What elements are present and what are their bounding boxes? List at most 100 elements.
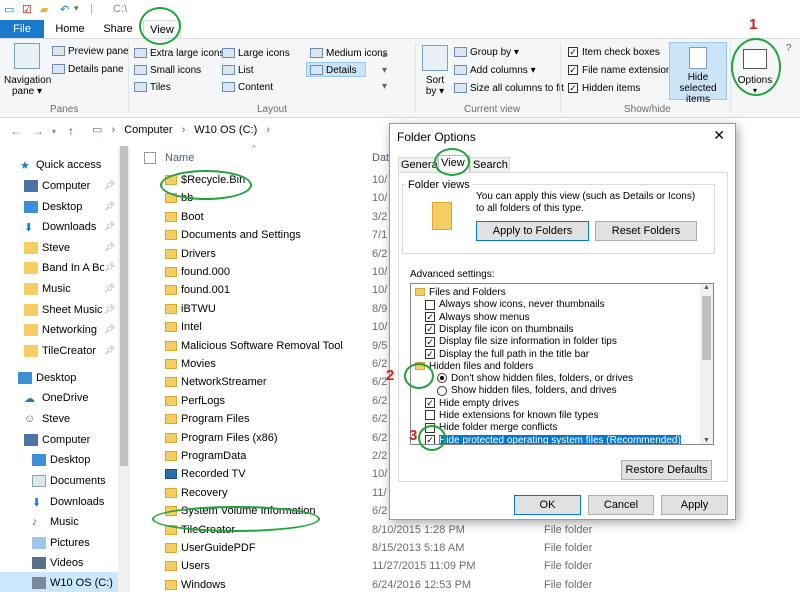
pin-icon[interactable]: 📌︎ xyxy=(104,242,115,253)
nav-pane-scrollbar[interactable] xyxy=(118,146,130,592)
nav-desktop[interactable]: Desktop 📌︎ xyxy=(0,198,118,218)
hidden-items-checkbox[interactable]: ✓ Hidden items xyxy=(568,83,640,94)
radio-unselected-icon[interactable] xyxy=(437,385,447,396)
column-header-name[interactable]: Name xyxy=(165,152,194,164)
advanced-scrollbar[interactable]: ▲ ▼ xyxy=(700,284,713,444)
hide-selected-items-button[interactable]: Hide selected items xyxy=(669,42,727,105)
setting-radio[interactable]: Show hidden files, folders, and drives xyxy=(437,385,617,397)
undo-icon[interactable]: ↶ xyxy=(60,3,69,16)
sort-by-button[interactable]: Sort by ▾ xyxy=(424,75,446,97)
preview-pane-button[interactable]: Preview pane xyxy=(52,46,129,57)
select-all-checkbox[interactable] xyxy=(144,152,156,164)
column-header-date[interactable]: Dat xyxy=(372,152,389,164)
checkbox-unchecked-icon[interactable] xyxy=(425,299,435,310)
help-icon[interactable]: ? xyxy=(786,43,792,54)
nav-downloads[interactable]: ⬇ Downloads 📌︎ xyxy=(0,218,118,238)
checkbox-checked-icon[interactable]: ✓ xyxy=(425,311,435,322)
size-all-columns-button[interactable]: Size all columns to fit xyxy=(454,83,564,94)
sort-by-icon[interactable] xyxy=(422,45,448,71)
scrollbar-thumb[interactable] xyxy=(120,146,128,466)
setting-checkbox[interactable]: ✓ Display file size information in folder… xyxy=(425,336,617,348)
pin-icon[interactable]: 📌︎ xyxy=(104,201,115,212)
checkbox-unchecked-icon[interactable] xyxy=(425,410,435,421)
pin-icon[interactable]: 📌︎ xyxy=(104,283,115,294)
nav-onedrive[interactable]: ☁ OneDrive xyxy=(0,389,118,409)
scroll-up-icon[interactable]: ▲ xyxy=(703,284,710,291)
nav-quick-access[interactable]: ★ Quick access xyxy=(0,156,118,176)
nav-steve[interactable]: Steve 📌︎ xyxy=(0,239,118,259)
layout-scroll-up-icon[interactable]: ▴ xyxy=(382,49,387,60)
breadcrumb-computer[interactable]: Computer xyxy=(124,124,172,136)
pin-icon[interactable]: 📌︎ xyxy=(104,304,115,315)
customize-quick-access-icon[interactable]: ▾ xyxy=(74,3,79,14)
scrollbar-thumb[interactable] xyxy=(702,296,711,360)
item-check-boxes-checkbox[interactable]: ✓ Item check boxes xyxy=(568,47,660,58)
radio-selected-icon[interactable] xyxy=(437,373,447,384)
cancel-button[interactable]: Cancel xyxy=(588,495,654,515)
setting-checkbox[interactable]: Hide extensions for known file types xyxy=(425,410,599,422)
nav-computer[interactable]: Computer 📌︎ xyxy=(0,177,118,197)
breadcrumb-drive[interactable]: W10 OS (C:) xyxy=(194,124,257,136)
setting-checkbox[interactable]: Always show icons, never thumbnails xyxy=(425,299,605,311)
tab-share[interactable]: Share xyxy=(100,20,136,38)
setting-checkbox[interactable]: ✓ Display file icon on thumbnails xyxy=(425,324,574,336)
layout-list[interactable]: List xyxy=(222,65,254,76)
advanced-settings-list[interactable]: Files and Folders Always show icons, neve… xyxy=(410,283,714,445)
ok-button[interactable]: OK xyxy=(514,495,581,515)
nav-tree-documents[interactable]: Documents xyxy=(0,472,118,492)
file-name-extensions-checkbox[interactable]: ✓ File name extensions xyxy=(568,65,677,76)
layout-medium-icons[interactable]: Medium icons xyxy=(310,48,388,59)
nav-tree-music[interactable]: ♪ Music xyxy=(0,513,118,533)
table-row[interactable]: Windows 6/24/2016 12:53 PM File folder xyxy=(132,577,800,595)
new-folder-icon[interactable]: ▰ xyxy=(40,3,48,16)
nav-tilecreator[interactable]: TileCreator 📌︎ xyxy=(0,342,118,362)
nav-steve-user[interactable]: ☺ Steve xyxy=(0,410,118,430)
apply-button[interactable]: Apply xyxy=(661,495,728,515)
layout-small-icons[interactable]: Small icons xyxy=(134,65,201,76)
pin-icon[interactable]: 📌︎ xyxy=(104,262,115,273)
tab-file[interactable]: File xyxy=(0,20,44,38)
details-pane-button[interactable]: Details pane xyxy=(52,64,124,75)
nav-desktop-root[interactable]: Desktop xyxy=(0,369,118,389)
up-arrow-icon[interactable]: ↑ xyxy=(68,124,74,138)
checkbox-checked-icon[interactable]: ✓ xyxy=(425,398,435,409)
tab-search[interactable]: Search xyxy=(470,157,510,173)
nav-tree-desktop[interactable]: Desktop xyxy=(0,451,118,471)
pin-icon[interactable]: 📌︎ xyxy=(104,221,115,232)
setting-checkbox[interactable]: ✓ Always show menus xyxy=(425,312,530,324)
recent-locations-icon[interactable]: ▾ xyxy=(52,127,56,136)
nav-tree-pictures[interactable]: Pictures xyxy=(0,534,118,554)
close-icon[interactable]: ✕ xyxy=(713,127,725,144)
nav-sheet-music[interactable]: Sheet Music 📌︎ xyxy=(0,301,118,321)
layout-expand-icon[interactable]: ▾ xyxy=(382,81,387,92)
breadcrumb[interactable]: ▭ › Computer › W10 OS (C:) › xyxy=(92,123,392,139)
nav-computer-tree[interactable]: Computer xyxy=(0,431,118,451)
setting-checkbox[interactable]: ✓ Hide protected operating system files (… xyxy=(425,434,681,444)
back-arrow-icon[interactable]: ← xyxy=(10,124,22,138)
settings-group[interactable]: Files and Folders xyxy=(415,287,506,299)
forward-arrow-icon[interactable]: → xyxy=(32,124,44,138)
table-row[interactable]: UserGuidePDF 8/15/2013 5:18 AM File folder xyxy=(132,540,800,558)
tab-home[interactable]: Home xyxy=(50,20,90,38)
setting-checkbox[interactable]: ✓ Display the full path in the title bar xyxy=(425,349,589,361)
layout-details[interactable]: Details xyxy=(310,65,357,76)
checkbox-checked-icon[interactable]: ✓ xyxy=(425,348,435,359)
navigation-pane-button[interactable]: Navigation pane ▾ xyxy=(4,75,51,97)
setting-radio[interactable]: Don't show hidden files, folders, or dri… xyxy=(437,373,633,385)
nav-tree-downloads[interactable]: ⬇ Downloads xyxy=(0,493,118,513)
apply-to-folders-button[interactable]: Apply to Folders xyxy=(476,221,589,241)
add-columns-button[interactable]: Add columns ▾ xyxy=(454,65,536,76)
checkbox-checked-icon[interactable]: ✓ xyxy=(425,324,435,335)
reset-folders-button[interactable]: Reset Folders xyxy=(595,221,697,241)
properties-icon[interactable]: ☑ xyxy=(22,3,32,16)
tab-general[interactable]: General xyxy=(398,157,440,173)
group-by-button[interactable]: Group by ▾ xyxy=(454,47,519,58)
scroll-down-icon[interactable]: ▼ xyxy=(703,437,710,444)
layout-extra-large-icons[interactable]: Extra large icons xyxy=(134,48,224,59)
table-row[interactable]: Users 11/27/2015 11:09 PM File folder xyxy=(132,558,800,576)
pin-icon[interactable]: 📌︎ xyxy=(104,345,115,356)
nav-band-in-a-box[interactable]: Band In A Box 📌︎ xyxy=(0,259,118,279)
layout-large-icons[interactable]: Large icons xyxy=(222,48,290,59)
nav-tree-videos[interactable]: Videos xyxy=(0,554,118,574)
setting-checkbox[interactable]: ✓ Hide empty drives xyxy=(425,398,519,410)
